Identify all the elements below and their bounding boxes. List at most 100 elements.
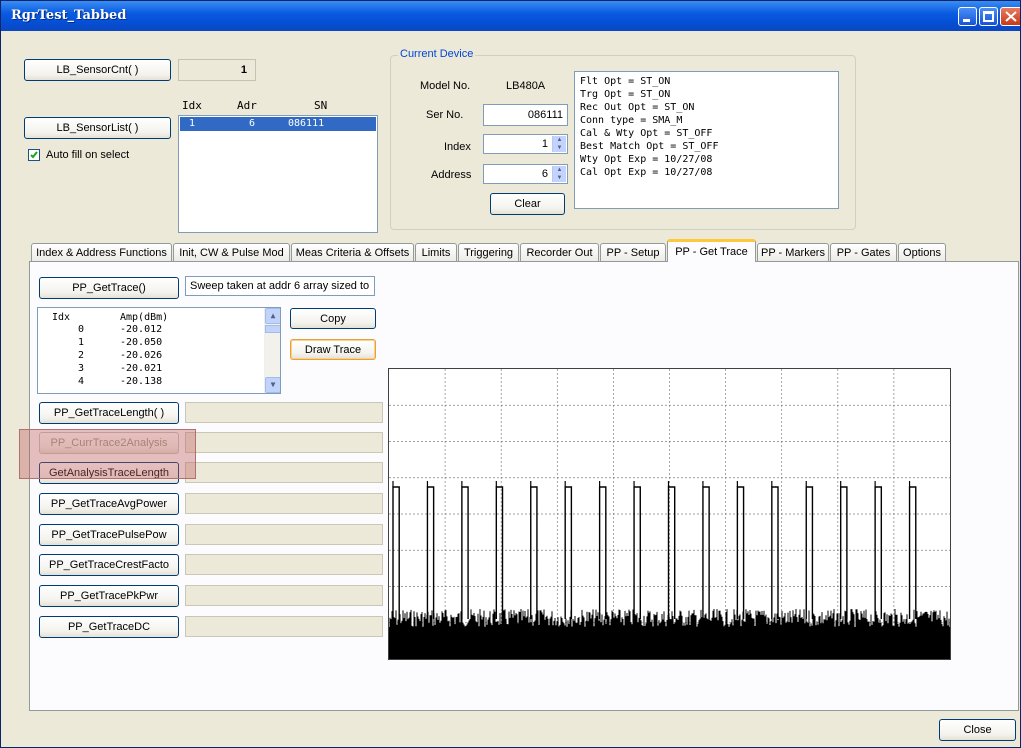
trace-plot	[388, 368, 951, 660]
pp-gettracelength-button[interactable]: PP_GetTraceLength( )	[39, 402, 179, 424]
tab-pp-gates[interactable]: PP - Gates	[830, 243, 897, 261]
trace-row-idx: 0	[78, 324, 85, 335]
lb-sensorlist-button[interactable]: LB_SensorList( )	[24, 117, 171, 139]
sensor-row-idx: 1	[189, 118, 196, 129]
minimize-button[interactable]	[958, 7, 977, 26]
spinner-arrows-icon[interactable]: ▲ ▼	[552, 136, 566, 152]
index-value: 1	[541, 138, 548, 150]
tab-recorder-out[interactable]: Recorder Out	[520, 243, 599, 261]
device-info-box: Flt Opt = ST_ON Trg Opt = ST_ON Rec Out …	[574, 71, 839, 209]
pulse-trace	[461, 486, 469, 620]
model-label: Model No.	[420, 80, 471, 92]
model-value: LB480A	[506, 80, 546, 92]
pulse-trace	[874, 486, 883, 620]
info-line: Trg Opt = ST_ON	[580, 89, 671, 100]
trace-row[interactable]: 4 -20.138	[38, 376, 258, 388]
trace-row-amp: -20.012	[120, 324, 163, 335]
tab-meas-criteria[interactable]: Meas Criteria & Offsets	[291, 243, 414, 261]
title-bar[interactable]: RgrTest_Tabbed	[1, 1, 1020, 31]
pulse-trace	[598, 486, 607, 620]
close-window-button[interactable]	[1000, 7, 1020, 26]
sensor-row-adr: 6	[249, 118, 256, 129]
address-value: 6	[541, 168, 548, 180]
pulse-trace	[564, 486, 573, 620]
duty-cycle-result	[185, 616, 383, 637]
app-window: RgrTest_Tabbed LB_SensorCnt( ) 1 Idx Adr…	[0, 0, 1021, 748]
tab-options[interactable]: Options	[898, 243, 946, 261]
sensor-row-sn: 086111	[288, 118, 325, 129]
scroll-up-icon[interactable]: ▲	[265, 308, 280, 324]
tab-pp-markers[interactable]: PP - Markers	[757, 243, 829, 261]
pulse-trace	[633, 486, 641, 620]
close-button[interactable]: Close	[939, 719, 1016, 741]
pulse-trace	[805, 486, 814, 620]
trace-row[interactable]: 3 -20.021	[38, 363, 258, 375]
trace-row-idx: 2	[78, 350, 85, 361]
spinner-arrows-icon[interactable]: ▲ ▼	[552, 166, 566, 182]
pulse-trace	[530, 486, 538, 620]
ser-label: Ser No.	[426, 109, 464, 121]
pulse-trace	[908, 486, 917, 620]
trace-row[interactable]: 0 -20.012	[38, 324, 258, 336]
info-line: Conn type = SMA_M	[580, 115, 683, 126]
pulse-trace	[426, 486, 435, 620]
info-line: Rec Out Opt = ST_ON	[580, 102, 695, 113]
ser-no-input[interactable]: 086111	[483, 104, 568, 126]
currtrace2analysis-result	[185, 432, 383, 453]
close-icon	[1005, 11, 1017, 22]
sensor-list-header-adr: Adr	[237, 99, 257, 112]
trace-row-idx: 3	[78, 363, 85, 374]
trace-row[interactable]: 1 -20.050	[38, 337, 258, 349]
tab-triggering[interactable]: Triggering	[458, 243, 519, 261]
pp-gettraceavgpower-button[interactable]: PP_GetTraceAvgPower	[39, 493, 179, 515]
pulse-power-result	[185, 524, 383, 545]
info-line: Flt Opt = ST_ON	[580, 76, 671, 87]
noise-floor-fill	[389, 627, 950, 659]
ser-no-value: 086111	[527, 109, 563, 121]
pp-gettracepkpwr-button[interactable]: PP_GetTracePkPwr	[39, 585, 179, 607]
sensor-list-header-sn: SN	[314, 99, 328, 112]
pp-gettracecrestfacto-button[interactable]: PP_GetTraceCrestFacto	[39, 554, 179, 576]
autofill-checkbox[interactable]	[28, 149, 40, 161]
scroll-thumb[interactable]	[265, 325, 280, 333]
address-spinner[interactable]: 6 ▲ ▼	[483, 164, 568, 184]
pulse-trace	[736, 486, 745, 620]
checkmark-icon	[30, 151, 38, 159]
clear-button[interactable]: Clear	[490, 193, 565, 215]
pp-gettracedc-button[interactable]: PP_GetTraceDC	[39, 616, 179, 638]
avg-power-result	[185, 493, 383, 514]
trace-list-scrollbar[interactable]: ▲ ▼	[264, 308, 280, 393]
draw-trace-button[interactable]: Draw Trace	[290, 339, 376, 360]
trace-row[interactable]: 2 -20.026	[38, 350, 258, 362]
tab-init-cw-pulse[interactable]: Init, CW & Pulse Mod	[173, 243, 290, 261]
tab-index-address[interactable]: Index & Address Functions	[31, 243, 172, 261]
tab-pp-get-trace[interactable]: PP - Get Trace	[667, 239, 756, 262]
pp-gettracepulsepow-button[interactable]: PP_GetTracePulsePow	[39, 524, 179, 546]
tab-limits[interactable]: Limits	[415, 243, 457, 261]
disabled-highlight-overlay	[19, 429, 196, 479]
sensor-list-row[interactable]: 1 6 086111	[180, 117, 376, 131]
trace-data-list[interactable]: Idx Amp(dBm) 0 -20.012 1 -20.050 2 -20.0…	[37, 307, 281, 394]
trace-list-header-idx: Idx	[52, 312, 71, 323]
trace-row-amp: -20.050	[120, 337, 163, 348]
trace-row-amp: -20.138	[120, 376, 163, 387]
pulse-trace	[771, 486, 779, 620]
info-line: Cal Opt Exp = 10/27/08	[580, 167, 713, 178]
info-line: Best Match Opt = ST_OFF	[580, 141, 719, 152]
sensor-count-value: 1	[240, 64, 247, 76]
get-trace-status-field: Sweep taken at addr 6 array sized to	[185, 276, 375, 296]
trace-row-idx: 1	[78, 337, 85, 348]
autofill-label: Auto fill on select	[46, 149, 130, 161]
index-spinner[interactable]: 1 ▲ ▼	[483, 134, 568, 154]
tab-pp-setup[interactable]: PP - Setup	[600, 243, 666, 261]
current-device-title: Current Device	[398, 48, 476, 60]
window-title: RgrTest_Tabbed	[11, 8, 127, 23]
scroll-down-icon[interactable]: ▼	[265, 377, 280, 393]
sensor-list-header-idx: Idx	[182, 99, 202, 112]
lb-sensorcnt-button[interactable]: LB_SensorCnt( )	[24, 59, 171, 81]
sensor-list[interactable]: 1 6 086111	[178, 115, 378, 233]
maximize-icon	[983, 11, 994, 22]
copy-button[interactable]: Copy	[290, 308, 376, 329]
pp-gettrace-button[interactable]: PP_GetTrace()	[39, 277, 179, 299]
maximize-button[interactable]	[979, 7, 998, 26]
